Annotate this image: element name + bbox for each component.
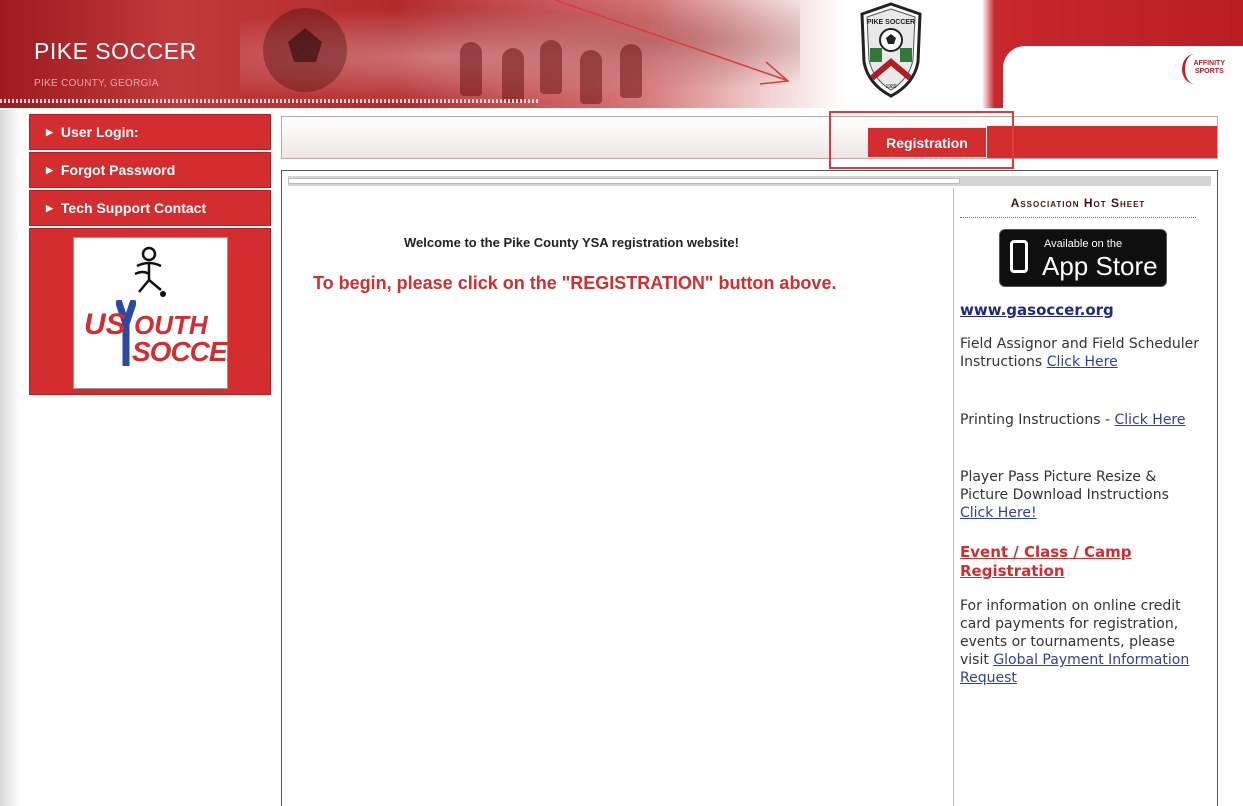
triangle-right-icon: ▶	[46, 202, 53, 213]
hot-sheet-panel: Association Hot Sheet Available on the A…	[953, 188, 1213, 806]
sidebar-logo-box: US OUTH SOCCER	[29, 228, 271, 395]
site-title: PIKE SOCCER	[34, 38, 197, 64]
app-store-small-text: Available on the	[1044, 238, 1123, 250]
payment-info-item: For information on online credit card pa…	[960, 597, 1204, 687]
header-dotted-rule	[0, 99, 540, 103]
hot-sheet-divider	[960, 217, 1196, 218]
sidebar-item-user-login[interactable]: ▶ User Login:	[29, 114, 271, 150]
printing-instructions-item: Printing Instructions - Click Here	[960, 411, 1204, 429]
runner-silhouette	[620, 44, 642, 98]
event-registration-link[interactable]: Event / Class / Camp Registration	[960, 543, 1204, 581]
affinity-panel: AFFINITY SPORTS	[1003, 46, 1243, 108]
field-instructions-link[interactable]: Click Here	[1047, 354, 1118, 370]
payment-info-link[interactable]: Global Payment Information Request	[960, 652, 1189, 686]
player-pass-text: Player Pass Picture Resize & Picture Dow…	[960, 469, 1169, 503]
sidebar-item-tech-support[interactable]: ▶ Tech Support Contact	[29, 190, 271, 226]
player-pass-link[interactable]: Click Here!	[960, 505, 1037, 521]
affinity-sports-logo: AFFINITY SPORTS	[1181, 54, 1225, 84]
sidebar-item-forgot-password[interactable]: ▶ Forgot Password	[29, 152, 271, 188]
phone-icon	[1010, 240, 1028, 273]
sidebar-item-label: Tech Support Contact	[60, 200, 207, 216]
frame-top-bar	[288, 176, 1211, 186]
header-action-photo	[240, 0, 800, 104]
printing-instructions-link[interactable]: Click Here	[1114, 412, 1185, 428]
page-left-shade	[0, 110, 20, 806]
triangle-right-icon: ▶	[46, 126, 53, 137]
main-tab-bar: Registration	[281, 116, 1218, 159]
annotation-highlight-box	[829, 111, 1014, 169]
app-store-badge[interactable]: Available on the App Store	[999, 229, 1167, 287]
runner-silhouette	[580, 50, 602, 104]
triangle-right-icon: ▶	[46, 164, 53, 175]
svg-text:PIKE SOCCER: PIKE SOCCER	[867, 19, 915, 26]
site-subtitle: PIKE COUNTY, GEORGIA	[34, 78, 159, 89]
welcome-text: Welcome to the Pike County YSA registrat…	[404, 235, 739, 250]
instruction-text: To begin, please click on the "REGISTRAT…	[313, 273, 837, 293]
runner-silhouette	[502, 48, 524, 102]
sidebar-item-label: Forgot Password	[60, 162, 176, 178]
soccer-ball-graphic	[263, 8, 347, 92]
hot-sheet-title: Association Hot Sheet	[1010, 196, 1146, 210]
player-pass-item: Player Pass Picture Resize & Picture Dow…	[960, 468, 1204, 522]
svg-text:1989: 1989	[885, 84, 896, 90]
us-youth-soccer-logo[interactable]: US OUTH SOCCER	[73, 237, 247, 389]
field-instructions-item: Field Assignor and Field Scheduler Instr…	[960, 335, 1204, 371]
youth-player-figure-icon	[134, 246, 166, 297]
runner-silhouette	[540, 40, 562, 94]
logo-soccer-text: SOCCER	[132, 336, 247, 367]
app-store-big-text: App Store	[1042, 251, 1158, 281]
tab-bar-fill	[987, 126, 1217, 158]
site-header: PIKE SOCCER PIKE COUNTY, GEORGIA PIKE SO…	[0, 0, 1243, 108]
runner-silhouette	[460, 42, 482, 96]
sidebar-item-label: User Login:	[60, 124, 139, 140]
logo-us-text: US	[84, 308, 126, 341]
pike-soccer-crest-logo: PIKE SOCCER 1989	[860, 2, 922, 98]
left-sidebar: ▶ User Login: ▶ Forgot Password ▶ Tech S…	[29, 114, 271, 395]
printing-instructions-text: Printing Instructions -	[960, 412, 1111, 428]
gasoccer-link[interactable]: www.gasoccer.org	[960, 301, 1204, 319]
